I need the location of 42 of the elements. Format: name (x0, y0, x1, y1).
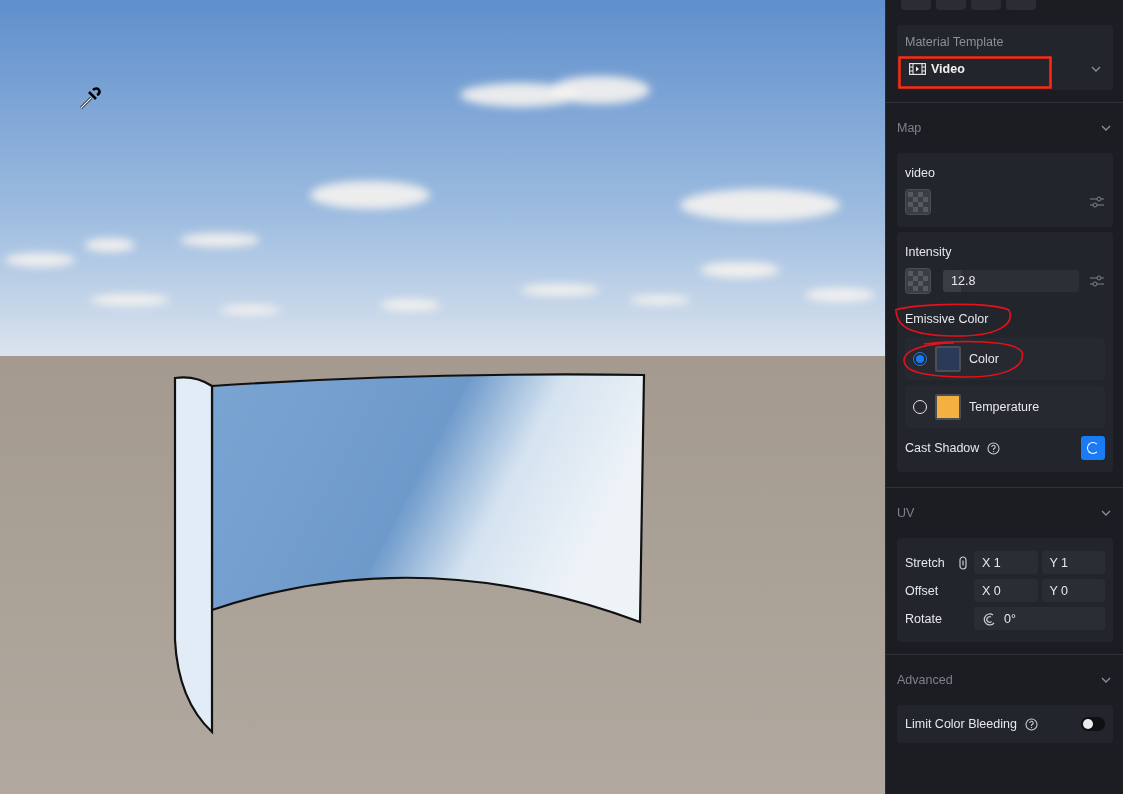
intensity-value: 12.8 (950, 274, 976, 288)
rotate-label: Rotate (905, 611, 943, 626)
chevron-down-icon[interactable] (1091, 66, 1101, 72)
rotate-value: 0° (1004, 611, 1016, 626)
stretch-y-field[interactable]: Y 1 (1041, 551, 1105, 574)
stretch-x-field[interactable]: X 1 (974, 551, 1038, 574)
offset-label: Offset (905, 583, 940, 598)
emissive-color-label: Emissive Color (905, 312, 989, 326)
video-label: video (905, 166, 936, 180)
link-icon[interactable] (959, 555, 967, 570)
chevron-down-icon[interactable] (1101, 510, 1111, 516)
checker-thumbnail[interactable] (905, 268, 931, 294)
chevron-down-icon[interactable] (1101, 677, 1111, 683)
intensity-slider[interactable]: 12.8 (943, 270, 1079, 292)
cast-shadow-label: Cast Shadow (905, 441, 980, 455)
limit-bleeding-switch[interactable] (1081, 717, 1105, 731)
rotate-icon (982, 611, 996, 626)
template-dropdown[interactable]: Video (905, 56, 1105, 82)
film-icon (909, 63, 926, 75)
color-swatch[interactable] (935, 394, 961, 420)
offset-y-field[interactable]: Y 0 (1041, 579, 1105, 602)
help-icon[interactable] (987, 441, 1001, 455)
option-label: Temperature (969, 400, 1040, 414)
sliders-icon[interactable] (1089, 275, 1105, 287)
sliders-icon[interactable] (1089, 196, 1105, 208)
color-swatch[interactable] (935, 346, 961, 372)
rotate-field[interactable]: 0° (974, 607, 1105, 630)
help-icon[interactable] (1024, 717, 1038, 731)
section-title: UV (897, 506, 915, 520)
intensity-label: Intensity (905, 245, 953, 259)
stretch-label: Stretch (905, 555, 945, 570)
limit-bleeding-label: Limit Color Bleeding (905, 717, 1017, 731)
offset-x-field[interactable]: X 0 (974, 579, 1038, 602)
section-title: Advanced (897, 673, 953, 687)
chevron-down-icon[interactable] (1101, 125, 1111, 131)
emissive-option[interactable]: Temperature (905, 386, 1105, 428)
cast-shadow-toggle[interactable] (1081, 436, 1105, 460)
option-label: Color (969, 352, 999, 366)
checker-thumbnail[interactable] (905, 189, 931, 215)
template-label: Material Template (905, 35, 1005, 49)
emissive-option[interactable]: Color (905, 338, 1105, 380)
section-title: Map (897, 121, 922, 135)
